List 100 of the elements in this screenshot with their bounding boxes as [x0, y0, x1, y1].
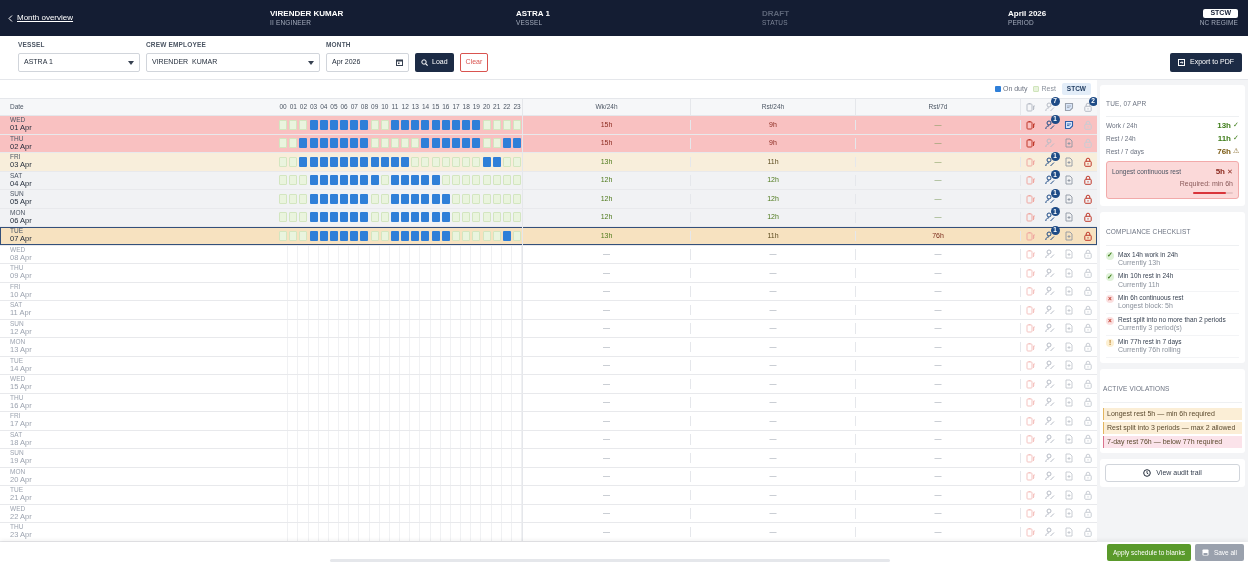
rest-block[interactable]: [289, 230, 298, 241]
rest-block[interactable]: [472, 175, 481, 186]
duty-block[interactable]: [309, 230, 318, 241]
clipboard-icon[interactable]: [1025, 378, 1036, 389]
duty-block[interactable]: [350, 212, 359, 223]
clipboard-icon[interactable]: [1025, 471, 1036, 482]
document-add-icon[interactable]: [1063, 471, 1074, 482]
duty-block[interactable]: [390, 193, 399, 204]
duty-block[interactable]: [502, 138, 511, 149]
duty-block[interactable]: [401, 230, 410, 241]
note-icon[interactable]: [1063, 102, 1074, 112]
rest-block[interactable]: [279, 119, 288, 130]
duty-block[interactable]: [340, 119, 349, 130]
rest-block[interactable]: [492, 119, 501, 130]
clipboard-icon[interactable]: [1025, 434, 1036, 445]
user-edit-icon[interactable]: [1044, 102, 1055, 112]
duty-block[interactable]: [350, 156, 359, 167]
duty-block[interactable]: [319, 193, 328, 204]
rest-block[interactable]: [289, 175, 298, 186]
duty-block[interactable]: [472, 138, 481, 149]
duty-block[interactable]: [411, 193, 420, 204]
user-edit-icon[interactable]: [1044, 119, 1055, 130]
duty-block[interactable]: [441, 230, 450, 241]
duty-block[interactable]: [309, 175, 318, 186]
duty-block[interactable]: [502, 230, 511, 241]
duty-block[interactable]: [421, 175, 430, 186]
rest-block[interactable]: [431, 156, 440, 167]
clipboard-icon[interactable]: [1025, 193, 1036, 204]
duty-block[interactable]: [360, 119, 369, 130]
rest-block[interactable]: [482, 212, 491, 223]
lock-icon[interactable]: [1082, 156, 1093, 167]
lock-icon[interactable]: [1082, 230, 1093, 241]
duty-block[interactable]: [350, 193, 359, 204]
rest-block[interactable]: [513, 175, 522, 186]
duty-block[interactable]: [299, 156, 308, 167]
duty-block[interactable]: [431, 175, 440, 186]
rest-block[interactable]: [401, 138, 410, 149]
duty-block[interactable]: [319, 119, 328, 130]
rest-block[interactable]: [462, 156, 471, 167]
lock-icon[interactable]: [1082, 175, 1093, 186]
back-link[interactable]: Month overview: [8, 12, 74, 24]
rest-block[interactable]: [492, 175, 501, 186]
duty-block[interactable]: [411, 212, 420, 223]
duty-block[interactable]: [441, 212, 450, 223]
duty-block[interactable]: [431, 212, 440, 223]
clipboard-icon[interactable]: [1025, 323, 1036, 334]
rest-block[interactable]: [462, 212, 471, 223]
rest-block[interactable]: [492, 193, 501, 204]
clipboard-icon[interactable]: [1025, 175, 1036, 186]
clipboard-icon[interactable]: [1025, 341, 1036, 352]
document-add-icon[interactable]: [1063, 267, 1074, 278]
rest-block[interactable]: [289, 119, 298, 130]
lock-icon[interactable]: [1082, 212, 1093, 223]
duty-block[interactable]: [329, 212, 338, 223]
user-edit-icon[interactable]: [1044, 156, 1055, 167]
user-edit-icon[interactable]: [1044, 212, 1055, 223]
user-edit-icon[interactable]: [1044, 193, 1055, 204]
duty-block[interactable]: [370, 175, 379, 186]
lock-icon[interactable]: [1082, 102, 1093, 112]
duty-block[interactable]: [350, 119, 359, 130]
duty-block[interactable]: [309, 212, 318, 223]
duty-block[interactable]: [319, 175, 328, 186]
duty-block[interactable]: [431, 119, 440, 130]
duty-block[interactable]: [360, 212, 369, 223]
rest-block[interactable]: [482, 193, 491, 204]
rest-block[interactable]: [502, 175, 511, 186]
user-edit-icon[interactable]: [1044, 175, 1055, 186]
duty-block[interactable]: [431, 230, 440, 241]
rest-block[interactable]: [462, 193, 471, 204]
rest-block[interactable]: [279, 230, 288, 241]
rest-block[interactable]: [279, 138, 288, 149]
rest-block[interactable]: [299, 119, 308, 130]
rest-block[interactable]: [421, 156, 430, 167]
rest-block[interactable]: [279, 212, 288, 223]
rest-block[interactable]: [513, 156, 522, 167]
rest-block[interactable]: [502, 119, 511, 130]
document-add-icon[interactable]: [1063, 378, 1074, 389]
clipboard-icon[interactable]: [1025, 119, 1036, 130]
duty-block[interactable]: [431, 193, 440, 204]
clipboard-icon[interactable]: [1025, 212, 1036, 223]
rest-block[interactable]: [370, 119, 379, 130]
rest-block[interactable]: [279, 193, 288, 204]
rest-block[interactable]: [482, 119, 491, 130]
rest-block[interactable]: [380, 138, 389, 149]
duty-block[interactable]: [401, 175, 410, 186]
duty-block[interactable]: [390, 156, 399, 167]
document-add-icon[interactable]: [1063, 360, 1074, 371]
duty-block[interactable]: [340, 138, 349, 149]
duty-block[interactable]: [329, 193, 338, 204]
duty-block[interactable]: [441, 119, 450, 130]
document-add-icon[interactable]: [1063, 341, 1074, 352]
rest-block[interactable]: [289, 138, 298, 149]
rest-block[interactable]: [492, 212, 501, 223]
duty-block[interactable]: [309, 119, 318, 130]
duty-block[interactable]: [390, 212, 399, 223]
rest-block[interactable]: [289, 212, 298, 223]
duty-block[interactable]: [441, 193, 450, 204]
duty-block[interactable]: [340, 230, 349, 241]
duty-block[interactable]: [421, 193, 430, 204]
clipboard-icon[interactable]: [1025, 102, 1036, 112]
